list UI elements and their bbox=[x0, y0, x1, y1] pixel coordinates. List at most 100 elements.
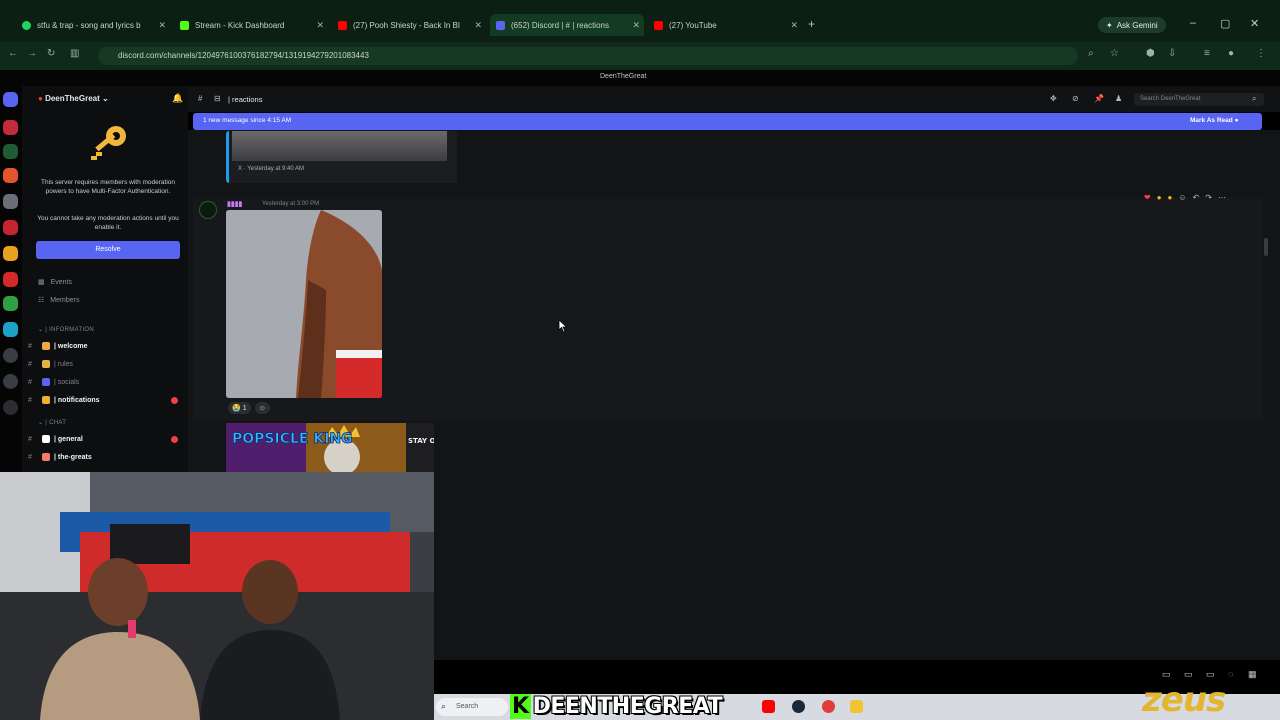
category-label: | INFORMATION bbox=[45, 327, 94, 333]
close-icon[interactable]: ✕ bbox=[790, 20, 798, 31]
pin-icon[interactable]: 📌 bbox=[1094, 94, 1104, 103]
sidebar-item-members[interactable]: ☷ Members bbox=[38, 296, 79, 305]
category-chat[interactable]: ⌄ | CHAT bbox=[38, 419, 66, 426]
category-information[interactable]: ⌄ | INFORMATION bbox=[38, 326, 94, 333]
server-icon[interactable] bbox=[3, 194, 18, 209]
download-icon[interactable]: ⇩ bbox=[1168, 48, 1176, 59]
profile-icon[interactable]: ● bbox=[1228, 48, 1234, 59]
explore-icon[interactable] bbox=[3, 348, 18, 363]
hash-icon: # bbox=[28, 360, 32, 368]
server-icon[interactable] bbox=[3, 296, 18, 311]
embed-image[interactable] bbox=[232, 131, 447, 161]
new-messages-banner[interactable] bbox=[193, 113, 1262, 130]
hash-icon: # bbox=[198, 94, 203, 103]
emoji-reaction-icon[interactable]: ● bbox=[1157, 193, 1162, 202]
server-icon-home[interactable] bbox=[3, 92, 18, 107]
heart-reaction-icon[interactable]: ❤ bbox=[1144, 193, 1151, 202]
server-icon[interactable] bbox=[3, 168, 18, 183]
channel-socials[interactable]: # | socials bbox=[28, 375, 184, 389]
maximize-button[interactable]: ▢ bbox=[1220, 17, 1230, 30]
search-icon[interactable]: ⌕ bbox=[1088, 48, 1094, 59]
tray-icon[interactable]: ▭ bbox=[1184, 669, 1193, 680]
server-icon[interactable] bbox=[3, 144, 18, 159]
webcam-overlay bbox=[0, 472, 434, 720]
url-field[interactable]: discord.com/channels/1204976100376182794… bbox=[98, 47, 1078, 65]
app-taskbar-icon[interactable] bbox=[822, 700, 835, 713]
more-icon[interactable]: ⋮ bbox=[1256, 48, 1266, 59]
server-icon[interactable] bbox=[3, 246, 18, 261]
channel-label: | the-greats bbox=[54, 453, 92, 461]
bookmark-star-icon[interactable]: ☆ bbox=[1110, 48, 1119, 59]
sidebar-icon[interactable]: ▥ bbox=[70, 48, 79, 59]
browser-tab-youtube-video[interactable]: (27) Pooh Shiesty - Back In Bl ✕ bbox=[332, 14, 486, 36]
compass-icon[interactable] bbox=[3, 374, 18, 389]
channel-notifications[interactable]: # | notifications bbox=[28, 393, 184, 407]
ask-gemini-button[interactable]: ✦ Ask Gemini bbox=[1098, 17, 1166, 33]
add-reaction-icon[interactable]: ☺ bbox=[1178, 193, 1186, 202]
menu-icon[interactable]: ≡ bbox=[1204, 48, 1210, 59]
reload-icon[interactable]: ↻ bbox=[47, 48, 55, 59]
tray-icon[interactable]: ▭ bbox=[1162, 669, 1171, 680]
close-icon[interactable]: ✕ bbox=[474, 20, 482, 31]
mark-read-icon: ● bbox=[1234, 117, 1239, 124]
channel-welcome[interactable]: # | welcome bbox=[28, 339, 184, 353]
mark-as-read-label: Mark As Read bbox=[1190, 117, 1233, 124]
reply-icon[interactable]: ↶ bbox=[1193, 193, 1200, 202]
channel-the-greats[interactable]: # | the-greats bbox=[28, 450, 184, 464]
close-icon[interactable]: ✕ bbox=[632, 20, 640, 31]
message-image-attachment[interactable]: POPSICLE KING STAY OR EAT bbox=[226, 423, 434, 473]
back-icon[interactable]: ← bbox=[8, 48, 18, 59]
scrollbar-thumb[interactable] bbox=[1264, 238, 1268, 256]
channel-general[interactable]: # | general bbox=[28, 432, 184, 446]
close-window-button[interactable]: ✕ bbox=[1250, 17, 1259, 30]
close-icon[interactable]: ✕ bbox=[316, 20, 324, 31]
reaction-chip[interactable]: 😭 1 bbox=[228, 402, 251, 414]
browser-tab-discord[interactable]: (652) Discord | # | reactions ✕ bbox=[490, 14, 644, 36]
server-icon[interactable] bbox=[3, 120, 18, 135]
threads-icon[interactable]: ✥ bbox=[1050, 94, 1057, 103]
poster-title: POPSICLE KING bbox=[232, 431, 353, 447]
forward-icon[interactable]: → bbox=[27, 48, 37, 59]
server-icon[interactable] bbox=[3, 272, 18, 287]
member-list-icon[interactable]: ♟ bbox=[1115, 94, 1122, 103]
search-icon: ⌕ bbox=[1252, 94, 1257, 103]
browser-tab-youtube[interactable]: (27) YouTube ✕ bbox=[648, 14, 802, 36]
server-icon[interactable] bbox=[3, 322, 18, 337]
tray-icon[interactable]: ▦ bbox=[1248, 669, 1257, 680]
server-icon[interactable] bbox=[3, 220, 18, 235]
close-icon[interactable]: ✕ bbox=[158, 20, 166, 31]
browser-tab-kick[interactable]: Stream - Kick Dashboard ✕ bbox=[174, 14, 328, 36]
notification-bell-icon[interactable]: 🔔 bbox=[172, 93, 183, 104]
taskbar-search[interactable]: Search bbox=[436, 698, 508, 716]
channel-rules[interactable]: # | rules bbox=[28, 357, 184, 371]
tab-label: (27) Pooh Shiesty - Back In Bl bbox=[353, 20, 460, 30]
sidebar-item-events[interactable]: ▦ Events bbox=[38, 278, 72, 287]
search-input[interactable]: Search DeenTheGreat bbox=[1134, 93, 1264, 106]
tray-icon[interactable]: ◌ bbox=[1228, 669, 1233, 679]
file-explorer-icon[interactable] bbox=[850, 700, 863, 713]
resolve-button[interactable]: Resolve bbox=[36, 241, 180, 259]
download-apps-icon[interactable] bbox=[3, 400, 18, 415]
emoji-reaction-icon[interactable]: ● bbox=[1168, 193, 1173, 202]
tray-icon[interactable]: ▭ bbox=[1206, 669, 1215, 680]
avatar[interactable] bbox=[199, 201, 217, 219]
youtube-taskbar-icon[interactable] bbox=[762, 700, 775, 713]
browser-tab-spotify[interactable]: stfu & trap - song and lyrics b ✕ bbox=[16, 14, 170, 36]
steam-taskbar-icon[interactable] bbox=[792, 700, 805, 713]
more-icon[interactable]: ⋯ bbox=[1218, 193, 1226, 202]
notification-settings-icon[interactable]: ⊘ bbox=[1072, 94, 1079, 103]
tab-label: (27) YouTube bbox=[669, 20, 717, 30]
add-reaction-button[interactable]: ☺ bbox=[254, 402, 270, 414]
chevron-down-icon: ⌄ bbox=[38, 420, 44, 426]
message-author[interactable]: ▮▮▮▮ bbox=[227, 200, 242, 208]
mark-as-read-button[interactable]: Mark As Read ● bbox=[1190, 117, 1239, 124]
forward-icon[interactable]: ↷ bbox=[1205, 193, 1212, 202]
hash-icon: # bbox=[28, 342, 32, 350]
search-icon: ⌕ bbox=[441, 701, 447, 711]
message-image-attachment[interactable] bbox=[226, 210, 382, 398]
minimize-button[interactable]: – bbox=[1190, 17, 1196, 29]
new-tab-button[interactable]: + bbox=[808, 17, 815, 31]
extension-icon[interactable]: ⬢ bbox=[1146, 48, 1155, 59]
server-name[interactable]: ● DeenTheGreat ⌄ bbox=[38, 94, 109, 103]
browser-tab-bar: stfu & trap - song and lyrics b ✕ Stream… bbox=[0, 0, 1280, 42]
